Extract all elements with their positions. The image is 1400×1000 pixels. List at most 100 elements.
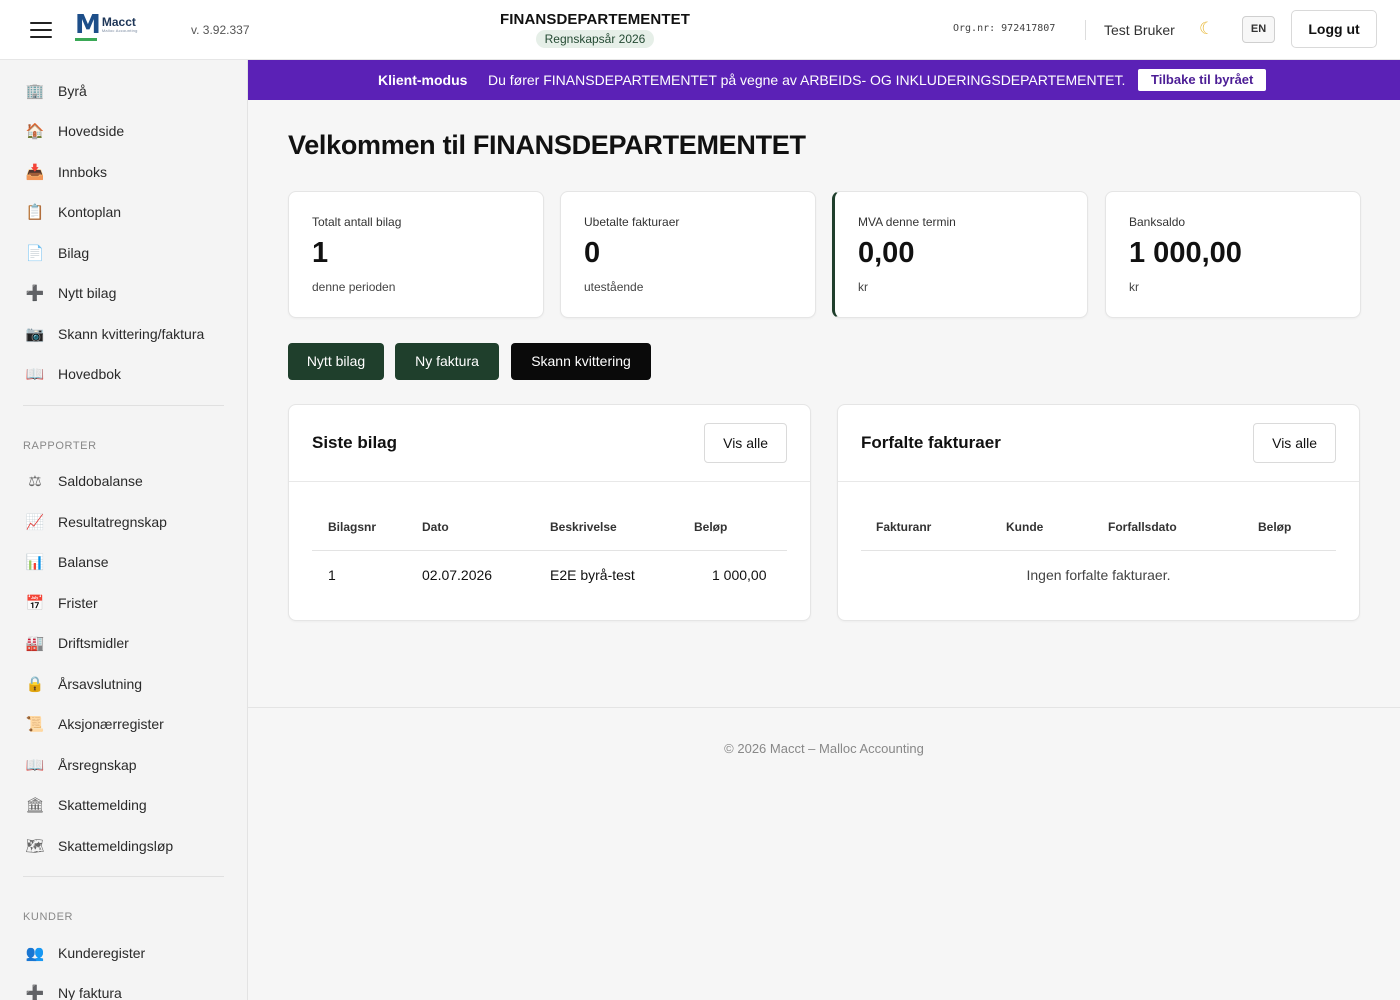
panel-title: Forfalte fakturaer: [861, 433, 1001, 452]
sidebar-item-byra[interactable]: 🏢 Byrå: [0, 71, 247, 111]
sidebar-item-balanse[interactable]: 📊 Balanse: [0, 542, 247, 582]
sidebar-item-saldobalanse[interactable]: ⚖ Saldobalanse: [0, 461, 247, 501]
sidebar-item-arsavslutning[interactable]: 🔒 Årsavslutning: [0, 664, 247, 704]
sidebar-item-ny-faktura[interactable]: ➕ Ny faktura: [0, 973, 247, 1000]
overdue-invoices-panel: Forfalte fakturaer Vis alle Fakturanr Ku…: [837, 404, 1360, 621]
sidebar-item-label: Ny faktura: [58, 985, 122, 1000]
table-cell[interactable]: 1: [328, 567, 336, 583]
stat-card-vouchers: Totalt antall bilag 1 denne perioden: [288, 191, 544, 318]
stat-subtext: utestående: [584, 280, 644, 294]
sidebar-section-reports: RAPPORTER: [23, 440, 97, 452]
client-mode-banner: Klient-modus Du fører FINANSDEPARTEMENTE…: [248, 60, 1400, 100]
sidebar-item-resultatregnskap[interactable]: 📈 Resultatregnskap: [0, 502, 247, 542]
column-header: Forfallsdato: [1108, 520, 1177, 534]
sidebar-item-label: Aksjonærregister: [58, 716, 164, 732]
logo-mark: M: [75, 10, 101, 40]
sidebar-item-driftsmidler[interactable]: 🏭 Driftsmidler: [0, 623, 247, 663]
book-icon: 📖: [25, 366, 45, 383]
map-icon: 🗺: [25, 838, 45, 855]
bar-chart-icon: 📊: [25, 554, 45, 571]
language-toggle-button[interactable]: EN: [1242, 16, 1275, 43]
stat-card-unpaid-invoices: Ubetalte fakturaer 0 utestående: [560, 191, 816, 318]
empty-state-message: Ingen forfalte fakturaer.: [1026, 567, 1171, 583]
sidebar: 🏢 Byrå 🏠 Hovedside 📥 Innboks 📋 Kontoplan 📄 Bi…: [0, 60, 248, 1000]
column-header: Bilagsnr: [328, 520, 377, 534]
sidebar-item-kunderegister[interactable]: 👥 Kunderegister: [0, 933, 247, 973]
logo-tagline: Malloc Accounting: [101, 28, 138, 33]
column-header: Fakturanr: [876, 520, 932, 534]
sidebar-item-label: Kunderegister: [58, 945, 146, 961]
column-header: Beløp: [1258, 520, 1292, 534]
sidebar-item-kontoplan[interactable]: 📋 Kontoplan: [0, 192, 247, 232]
logo-name: Macct: [101, 15, 136, 29]
new-voucher-button[interactable]: Nytt bilag: [288, 343, 384, 380]
sidebar-item-label: Saldobalanse: [58, 473, 143, 489]
sidebar-item-label: Nytt bilag: [58, 285, 117, 301]
sidebar-item-label: Balanse: [58, 554, 109, 570]
client-mode-label: Klient-modus: [378, 72, 468, 88]
sidebar-item-skann[interactable]: 📷 Skann kvittering/faktura: [0, 314, 247, 354]
new-invoice-button[interactable]: Ny faktura: [395, 343, 499, 380]
sidebar-item-frister[interactable]: 📅 Frister: [0, 583, 247, 623]
scales-icon: ⚖: [28, 473, 42, 490]
table-cell: E2E byrå-test: [550, 567, 635, 583]
sidebar-item-label: Hovedside: [58, 123, 125, 139]
column-header: Beløp: [694, 520, 728, 534]
footer-copyright: © 2026 Macct – Malloc Accounting: [724, 741, 924, 756]
hamburger-menu-icon[interactable]: [30, 22, 52, 38]
column-header: Dato: [422, 520, 449, 534]
sidebar-item-label: Driftsmidler: [58, 635, 129, 651]
fiscal-year-badge: Regnskapsår 2026: [535, 30, 655, 48]
sidebar-item-hovedside[interactable]: 🏠 Hovedside: [0, 111, 247, 151]
sidebar-item-nytt-bilag[interactable]: ➕ Nytt bilag: [0, 273, 247, 313]
factory-icon: 🏭: [25, 635, 45, 652]
users-icon: 👥: [25, 945, 45, 962]
table-cell: 1 000,00: [712, 567, 767, 583]
book-icon: 📖: [25, 757, 45, 774]
back-to-bureau-button[interactable]: Tilbake til byrået: [1138, 69, 1267, 91]
scan-receipt-button[interactable]: Skann kvittering: [511, 343, 651, 380]
plus-icon: ➕: [25, 985, 45, 1000]
client-mode-message: Du fører FINANSDEPARTEMENTET på vegne av…: [488, 72, 1126, 88]
sidebar-item-label: Årsregnskap: [58, 757, 137, 773]
camera-icon: 📷: [25, 326, 45, 343]
sidebar-item-aksjonaerregister[interactable]: 📜 Aksjonærregister: [0, 704, 247, 744]
app-version: v. 3.92.337: [191, 23, 250, 37]
lock-icon: 🔒: [25, 676, 45, 693]
show-all-invoices-button[interactable]: Vis alle: [1253, 423, 1336, 463]
footer-divider: [248, 707, 1400, 708]
sidebar-item-label: Innboks: [58, 164, 108, 180]
sidebar-item-label: Skattemeldingsløp: [58, 838, 174, 854]
sidebar-item-bilag[interactable]: 📄 Bilag: [0, 233, 247, 273]
stat-value: 1 000,00: [1129, 237, 1242, 269]
show-all-vouchers-button[interactable]: Vis alle: [704, 423, 787, 463]
sidebar-divider: [23, 405, 224, 406]
moon-icon[interactable]: ☾: [1199, 19, 1214, 39]
inbox-icon: 📥: [25, 164, 45, 181]
panel-title: Siste bilag: [312, 433, 398, 452]
stat-label: Totalt antall bilag: [312, 215, 402, 229]
plus-icon: ➕: [25, 285, 45, 302]
sidebar-item-label: Byrå: [58, 83, 87, 99]
scroll-icon: 📜: [25, 716, 45, 733]
app-logo[interactable]: M Macct Malloc Accounting: [75, 10, 138, 41]
sidebar-item-innboks[interactable]: 📥 Innboks: [0, 152, 247, 192]
stat-subtext: kr: [858, 280, 868, 294]
sidebar-item-label: Årsavslutning: [58, 676, 143, 692]
table-cell: 02.07.2026: [422, 567, 493, 583]
stat-subtext: denne perioden: [312, 280, 396, 294]
sidebar-divider: [23, 876, 224, 877]
sidebar-section-customers: KUNDER: [23, 911, 74, 923]
sidebar-item-label: Bilag: [58, 245, 90, 261]
header-divider: [1085, 20, 1086, 40]
sidebar-item-hovedbok[interactable]: 📖 Hovedbok: [0, 354, 247, 394]
building-icon: 🏢: [25, 83, 45, 100]
sidebar-item-arsregnskap[interactable]: 📖 Årsregnskap: [0, 745, 247, 785]
logout-button[interactable]: Logg ut: [1291, 10, 1377, 48]
user-name: Test Bruker: [1104, 22, 1175, 38]
sidebar-item-skattemelding[interactable]: 🏛 Skattemelding: [0, 785, 247, 825]
stat-value: 0: [584, 237, 601, 269]
sidebar-item-skattemeldingslop[interactable]: 🗺 Skattemeldingsløp: [0, 826, 247, 866]
clipboard-icon: 📋: [25, 204, 45, 221]
recent-vouchers-panel: Siste bilag Vis alle Bilagsnr Dato Beskr…: [288, 404, 811, 621]
